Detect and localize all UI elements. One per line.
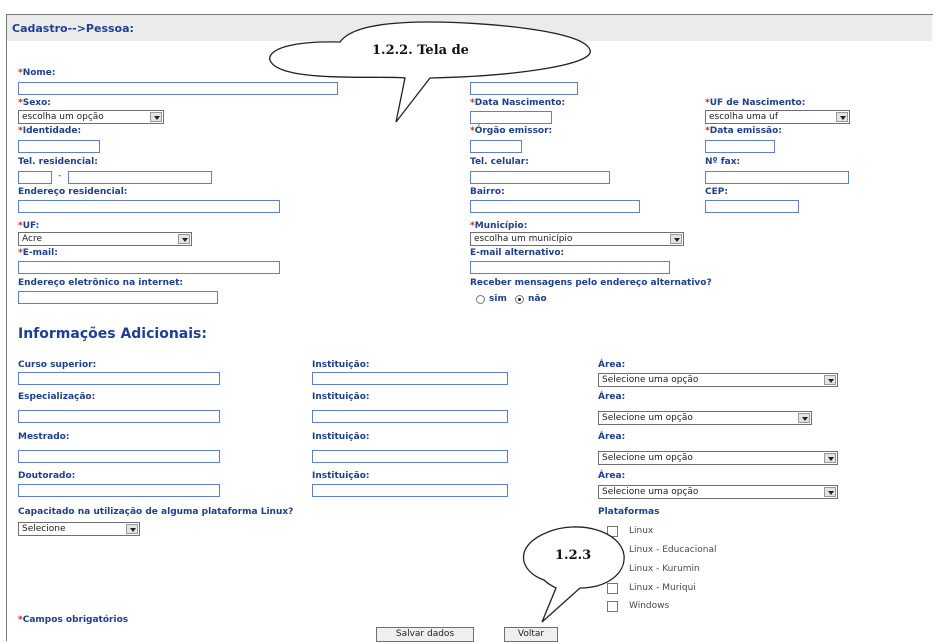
callout-bottom-text: 1.2.3 [555,548,592,563]
callout-top-text: 1.2.2. Tela de [372,43,469,58]
callout-bubble-bottom [522,526,625,623]
callout-overlay [269,21,625,623]
callout-bubble-top [269,21,591,123]
